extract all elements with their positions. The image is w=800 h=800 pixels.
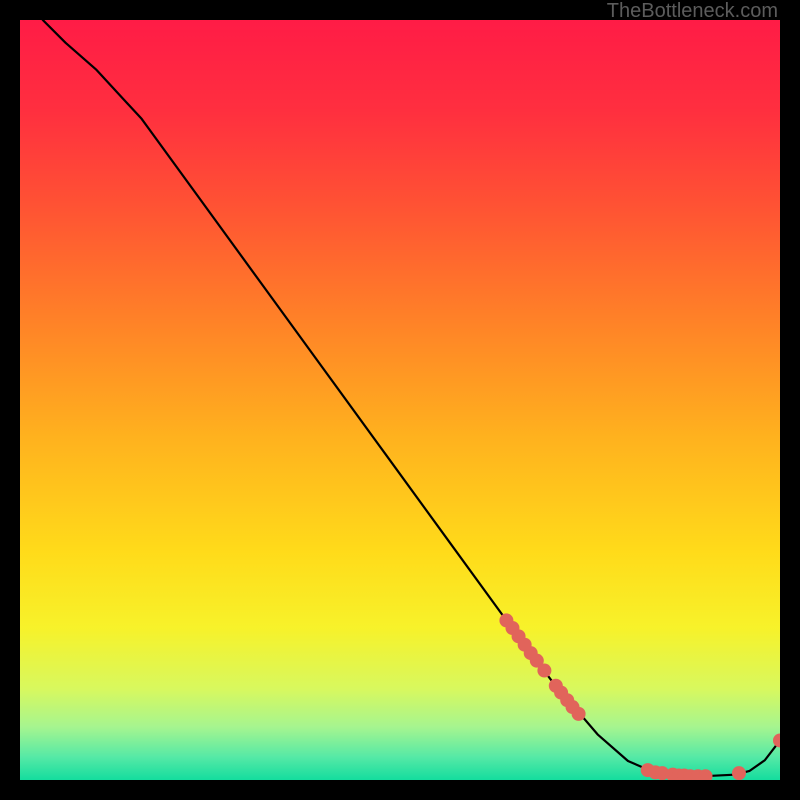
bottleneck-curve: [43, 20, 780, 776]
chart-stage: TheBottleneck.com: [0, 0, 800, 800]
plot-area: [20, 20, 780, 780]
marker-dot: [572, 707, 586, 721]
marker-dot: [537, 664, 551, 678]
highlighted-points: [499, 613, 780, 780]
marker-dot: [732, 766, 746, 780]
chart-overlay: [20, 20, 780, 780]
watermark-text: TheBottleneck.com: [607, 0, 778, 23]
marker-dot: [773, 733, 780, 747]
